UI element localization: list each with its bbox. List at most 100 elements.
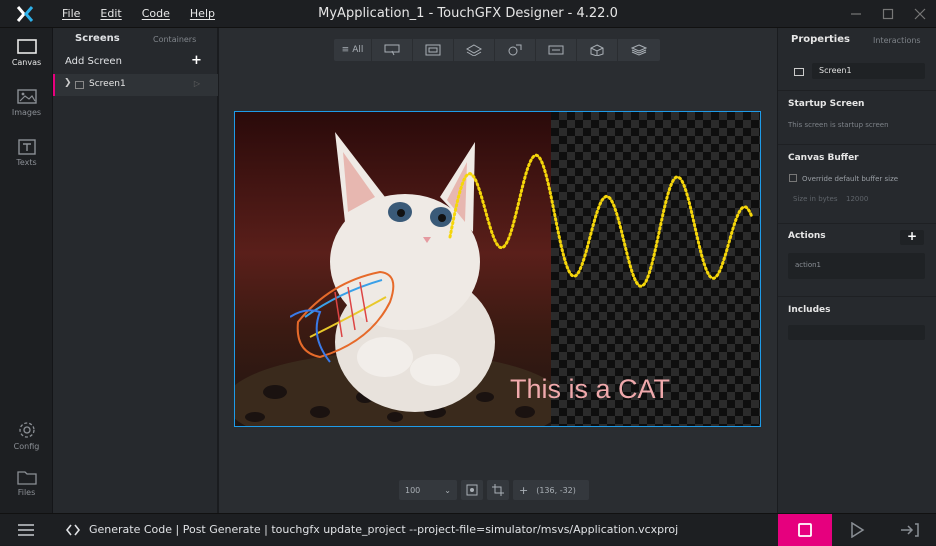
tab-containers[interactable]: Containers (153, 35, 196, 44)
canvas-buffer-title: Canvas Buffer (788, 153, 859, 163)
text-area-icon (548, 45, 564, 55)
crop-button[interactable] (487, 480, 509, 500)
cat-text-area[interactable]: This is a CAT (510, 374, 670, 405)
includes-field[interactable] (788, 325, 925, 340)
screen-name: Screen1 (89, 79, 126, 89)
screen-canvas-frame[interactable]: This is a CAT (234, 111, 761, 427)
stack-icon (631, 44, 647, 56)
shapes-icon (508, 44, 522, 56)
hamburger-menu-icon[interactable] (17, 523, 35, 537)
menu-help[interactable]: Help (180, 0, 225, 28)
filter-text-area[interactable] (536, 39, 577, 61)
sine-wave-graph[interactable] (235, 112, 760, 426)
startup-screen-title: Startup Screen (788, 99, 865, 109)
image-icon (16, 89, 37, 104)
chevron-right-icon[interactable]: ❯ (64, 78, 72, 88)
status-text: Generate Code | Post Generate | touchgfx… (89, 523, 679, 536)
add-screen-button[interactable]: + (191, 53, 202, 68)
nav-canvas-label: Canvas (11, 58, 42, 67)
menu-file[interactable]: File (52, 0, 90, 28)
plus-icon: + (907, 229, 918, 243)
zoom-select[interactable]: 100 ⌄ (399, 480, 457, 500)
canvas-area: ≡ All This is a CAT 100 ⌄ + (136, -32) (219, 28, 777, 513)
nav-images[interactable]: Images (0, 88, 53, 117)
chevron-down-icon: ⌄ (444, 485, 451, 495)
coordinates-display: + (136, -32) (513, 480, 589, 500)
nav-config-label: Config (13, 442, 40, 451)
menu-bar: File Edit Code Help (52, 0, 225, 28)
status-bar: Generate Code | Post Generate | touchgfx… (0, 513, 936, 546)
filter-button-widget[interactable] (372, 39, 413, 61)
add-action-button[interactable]: + (900, 229, 924, 245)
filter-3d[interactable] (577, 39, 618, 61)
close-icon (914, 8, 926, 20)
minimize-button[interactable] (840, 0, 872, 28)
list-icon: ≡ (341, 45, 350, 55)
crosshair-icon: + (519, 483, 529, 497)
screen-list-item[interactable]: ❯ Screen1 ▷ (53, 74, 218, 96)
add-screen-label: Add Screen (65, 56, 122, 67)
canvas-icon (16, 39, 37, 54)
tab-interactions[interactable]: Interactions (873, 36, 921, 45)
divider (778, 90, 936, 91)
filter-all-button[interactable]: ≡ All (334, 39, 372, 61)
includes-title: Includes (788, 305, 831, 315)
filter-image-widget[interactable] (413, 39, 454, 61)
nav-canvas[interactable]: Canvas (0, 38, 53, 67)
title-bar: File Edit Code Help MyApplication_1 - To… (0, 0, 936, 28)
filter-containers[interactable] (618, 39, 660, 61)
crop-icon (492, 484, 504, 496)
run-target-icon[interactable] (900, 522, 920, 538)
widget-filter-toolbar: ≡ All (334, 39, 660, 61)
nav-files[interactable]: Files (0, 468, 53, 497)
nav-texts-label: Texts (16, 158, 37, 167)
folder-icon (16, 471, 37, 485)
stop-simulator-button[interactable] (778, 514, 832, 546)
panel-divider[interactable] (774, 28, 777, 513)
minimize-icon (851, 13, 861, 15)
divider (778, 296, 936, 297)
zoom-value: 100 (405, 485, 421, 495)
maximize-button[interactable] (872, 0, 904, 28)
buffer-size-label: Size in bytes (793, 195, 838, 203)
buffer-size-value: 12000 (846, 195, 869, 203)
properties-panel: Properties Interactions Screen1 Startup … (778, 28, 936, 513)
nav-texts[interactable]: Texts (0, 138, 53, 167)
close-button[interactable] (904, 0, 936, 28)
play-icon[interactable]: ▷ (194, 79, 200, 88)
gear-icon (18, 422, 35, 438)
action-item-label: action1 (795, 261, 822, 269)
maximize-icon (882, 8, 894, 20)
fit-screen-icon (466, 484, 478, 496)
filter-layers[interactable] (454, 39, 495, 61)
startup-screen-text: This screen is startup screen (788, 121, 889, 129)
button-widget-icon (384, 44, 400, 56)
filter-all-label: All (352, 45, 364, 55)
tab-screens[interactable]: Screens (75, 33, 120, 44)
menu-edit[interactable]: Edit (90, 0, 131, 28)
cube-icon (590, 44, 604, 56)
nav-config[interactable]: Config (0, 420, 53, 451)
screen-icon (794, 68, 804, 76)
menu-code[interactable]: Code (132, 0, 180, 28)
actions-title: Actions (788, 231, 826, 241)
window-controls (840, 0, 936, 28)
zoom-bar: 100 ⌄ + (136, -32) (399, 480, 589, 500)
run-simulator-icon[interactable] (849, 522, 865, 538)
override-buffer-checkbox[interactable] (789, 174, 797, 182)
screens-tabs: Screens Containers (53, 28, 217, 50)
filter-shapes[interactable] (495, 39, 536, 61)
tab-properties[interactable]: Properties (791, 34, 850, 45)
screen-name-value: Screen1 (819, 66, 852, 75)
left-nav: Canvas Images Texts Config Files (0, 28, 53, 513)
generate-code-icon (66, 524, 80, 536)
screen-icon (75, 81, 84, 89)
nav-files-label: Files (17, 488, 36, 497)
override-buffer-label: Override default buffer size (802, 175, 899, 183)
coords-value: (136, -32) (536, 485, 576, 495)
text-icon (17, 139, 36, 155)
layers-icon (466, 44, 482, 56)
fit-screen-button[interactable] (461, 480, 483, 500)
action-item[interactable]: action1 (788, 253, 925, 279)
screen-name-field[interactable]: Screen1 (812, 63, 925, 79)
